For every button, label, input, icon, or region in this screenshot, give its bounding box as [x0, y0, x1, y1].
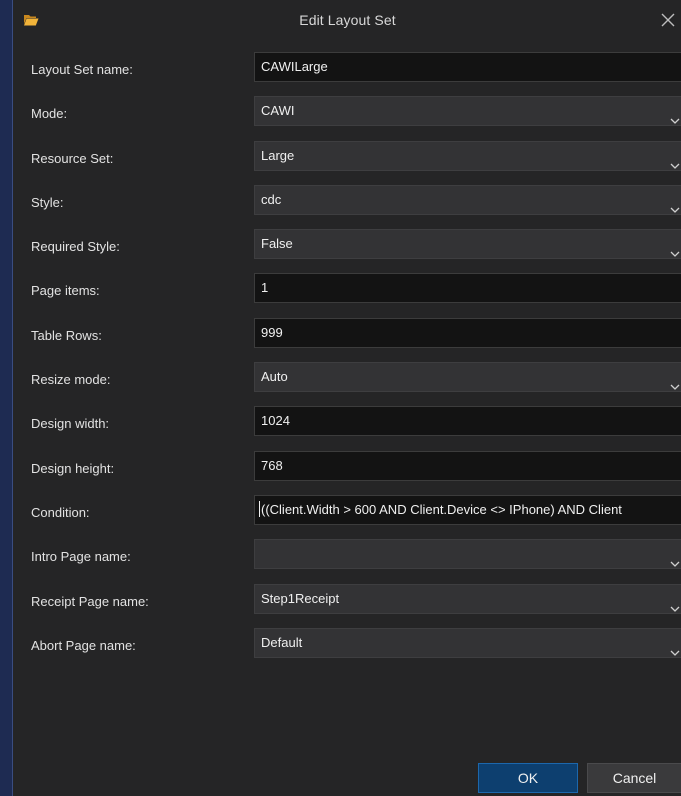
design-width-input[interactable]: 1024	[254, 406, 681, 437]
style-select[interactable]: cdc	[254, 184, 681, 215]
form-row-resource-set: Resource Set: Large	[13, 137, 681, 181]
design-width-value: 1024	[261, 413, 290, 429]
form-row-mode: Mode: CAWI	[13, 92, 681, 136]
resize-mode-value: Auto	[261, 369, 288, 385]
form-row-page-items: Page items: 1	[13, 269, 681, 313]
page-items-input[interactable]: 1	[254, 273, 681, 304]
mode-select[interactable]: CAWI	[254, 96, 681, 127]
resource-set-label: Resource Set:	[31, 150, 114, 166]
required-style-label: Required Style:	[31, 239, 120, 255]
edit-layout-set-dialog: Edit Layout Set Layout Set name: CAWILar…	[12, 0, 681, 796]
chevron-down-icon	[670, 595, 680, 612]
chevron-down-icon	[670, 196, 680, 213]
abort-page-name-label: Abort Page name:	[31, 637, 136, 653]
form-row-table-rows: Table Rows: 999	[13, 314, 681, 358]
form-row-intro-page-name: Intro Page name:	[13, 535, 681, 579]
style-value: cdc	[261, 191, 282, 207]
form-row-condition: Condition: ((Client.Width > 600 AND Clie…	[13, 491, 681, 535]
form-row-receipt-page-name: Receipt Page name: Step1Receipt	[13, 580, 681, 624]
close-icon[interactable]	[658, 10, 678, 30]
intro-page-name-label: Intro Page name:	[31, 549, 131, 565]
form-row-design-width: Design width: 1024	[13, 402, 681, 446]
receipt-page-name-select[interactable]: Step1Receipt	[254, 583, 681, 614]
layout-set-name-input[interactable]: CAWILarge	[254, 52, 681, 82]
form-row-required-style: Required Style: False	[13, 225, 681, 269]
resize-mode-select[interactable]: Auto	[254, 362, 681, 393]
layout-set-name-value: CAWILarge	[261, 59, 328, 74]
mode-label: Mode:	[31, 106, 68, 122]
condition-value: ((Client.Width > 600 AND Client.Device <…	[261, 501, 622, 517]
required-style-value: False	[261, 236, 293, 252]
chevron-down-icon	[670, 550, 680, 568]
design-height-label: Design height:	[31, 460, 115, 476]
required-style-select[interactable]: False	[254, 229, 681, 260]
form-row-layout-set-name: Layout Set name: CAWILarge	[13, 48, 681, 92]
design-width-label: Design width:	[31, 416, 110, 432]
style-label: Style:	[31, 194, 64, 210]
receipt-page-name-value: Step1Receipt	[261, 590, 340, 606]
table-rows-label: Table Rows:	[31, 327, 102, 343]
mode-value: CAWI	[261, 103, 295, 119]
form-row-style: Style: cdc	[13, 181, 681, 225]
design-height-value: 768	[261, 457, 283, 473]
resource-set-value: Large	[261, 147, 295, 163]
form-row-design-height: Design height: 768	[13, 447, 681, 491]
text-cursor	[259, 500, 260, 517]
condition-label: Condition:	[31, 504, 90, 520]
dialog-title: Edit Layout Set	[299, 12, 396, 28]
table-rows-value: 999	[261, 324, 283, 340]
receipt-page-name-label: Receipt Page name:	[31, 593, 149, 609]
chevron-down-icon	[670, 240, 680, 258]
chevron-down-icon	[670, 152, 680, 169]
table-rows-input[interactable]: 999	[254, 317, 681, 348]
chevron-down-icon	[670, 639, 680, 656]
abort-page-name-value: Default	[261, 634, 303, 650]
ok-button[interactable]: OK	[478, 763, 578, 793]
design-height-input[interactable]: 768	[254, 450, 681, 481]
dialog-titlebar: Edit Layout Set	[13, 0, 681, 40]
condition-input[interactable]: ((Client.Width > 600 AND Client.Device <…	[254, 494, 681, 525]
page-items-label: Page items:	[31, 283, 100, 299]
cancel-button[interactable]: Cancel	[587, 763, 681, 793]
abort-page-name-select[interactable]: Default	[254, 627, 681, 658]
layout-set-form: Layout Set name: CAWILarge Mode: CAWI Re…	[13, 48, 681, 668]
resize-mode-label: Resize mode:	[31, 372, 111, 388]
intro-page-name-select[interactable]	[254, 539, 681, 570]
form-row-abort-page-name: Abort Page name: Default	[13, 624, 681, 668]
chevron-down-icon	[670, 373, 680, 390]
resource-set-select[interactable]: Large	[254, 140, 681, 171]
chevron-down-icon	[670, 107, 680, 125]
layout-set-name-label: Layout Set name:	[31, 62, 133, 77]
form-row-resize-mode: Resize mode: Auto	[13, 358, 681, 402]
page-items-value: 1	[261, 280, 269, 296]
